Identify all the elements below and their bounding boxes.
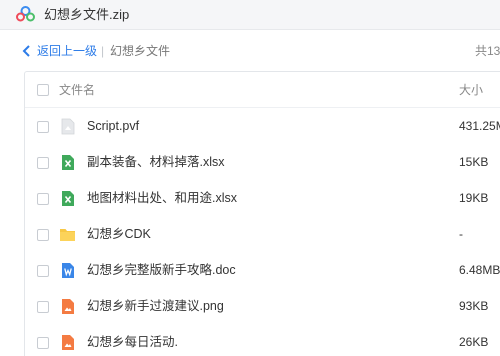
generic-file-icon — [61, 118, 75, 135]
table-row[interactable]: 幻想乡新手过渡建议.png 93KB — [25, 289, 500, 325]
row-checkbox[interactable] — [37, 193, 49, 205]
window-title: 幻想乡文件.zip — [44, 7, 130, 22]
file-size: 431.25M — [459, 119, 500, 133]
table-row[interactable]: 副本装备、材料掉落.xlsx 15KB — [25, 145, 500, 181]
breadcrumb: 返回上一级 | 幻想乡文件 共13 — [0, 41, 500, 63]
row-checkbox[interactable] — [37, 121, 49, 133]
file-name: Script.pvf — [87, 119, 140, 133]
row-checkbox[interactable] — [37, 229, 49, 241]
column-header-size: 大小 — [459, 83, 484, 97]
file-list: 文件名 大小 Script.pvf 431.25M 副本装备、材料掉落.xlsx… — [24, 71, 500, 356]
folder-icon — [60, 229, 75, 241]
excel-file-icon — [62, 191, 74, 206]
file-size: 19KB — [459, 191, 489, 205]
file-size: - — [459, 227, 463, 241]
excel-file-icon — [62, 155, 74, 170]
word-file-icon — [62, 263, 74, 278]
table-row[interactable]: Script.pvf 431.25M — [25, 109, 500, 145]
file-name: 地图材料出处、和用途.xlsx — [87, 191, 238, 205]
select-all-checkbox[interactable] — [37, 84, 49, 96]
file-name: 幻想乡完整版新手攻略.doc — [87, 263, 236, 277]
title-bar: 幻想乡文件.zip — [0, 0, 500, 30]
breadcrumb-separator: | — [101, 44, 105, 58]
file-size: 15KB — [459, 155, 489, 169]
back-button[interactable]: 返回上一级 — [37, 44, 97, 58]
folder-name: 幻想乡CDK — [87, 227, 151, 241]
table-row[interactable]: 地图材料出处、和用途.xlsx 19KB — [25, 181, 500, 217]
column-header-name: 文件名 — [59, 83, 96, 97]
file-size: 6.48MB — [459, 263, 500, 277]
chevron-left-icon[interactable] — [22, 44, 32, 58]
row-checkbox[interactable] — [37, 337, 49, 349]
file-size: 93KB — [459, 299, 489, 313]
table-row[interactable]: 幻想乡每日活动. 26KB — [25, 325, 500, 356]
image-file-icon — [62, 335, 74, 350]
table-row[interactable]: 幻想乡CDK - — [25, 217, 500, 253]
table-row[interactable]: 幻想乡完整版新手攻略.doc 6.48MB — [25, 253, 500, 289]
file-size: 26KB — [459, 335, 489, 349]
cloud-drive-logo-icon — [16, 6, 35, 22]
breadcrumb-current-folder: 幻想乡文件 — [110, 44, 171, 58]
file-name: 幻想乡每日活动. — [87, 335, 178, 349]
file-name: 副本装备、材料掉落.xlsx — [87, 155, 225, 169]
row-checkbox[interactable] — [37, 157, 49, 169]
row-checkbox[interactable] — [37, 265, 49, 277]
total-count: 共13 — [475, 44, 500, 58]
table-header: 文件名 大小 — [25, 72, 500, 108]
row-checkbox[interactable] — [37, 301, 49, 313]
file-name: 幻想乡新手过渡建议.png — [87, 299, 224, 313]
image-file-icon — [62, 299, 74, 314]
